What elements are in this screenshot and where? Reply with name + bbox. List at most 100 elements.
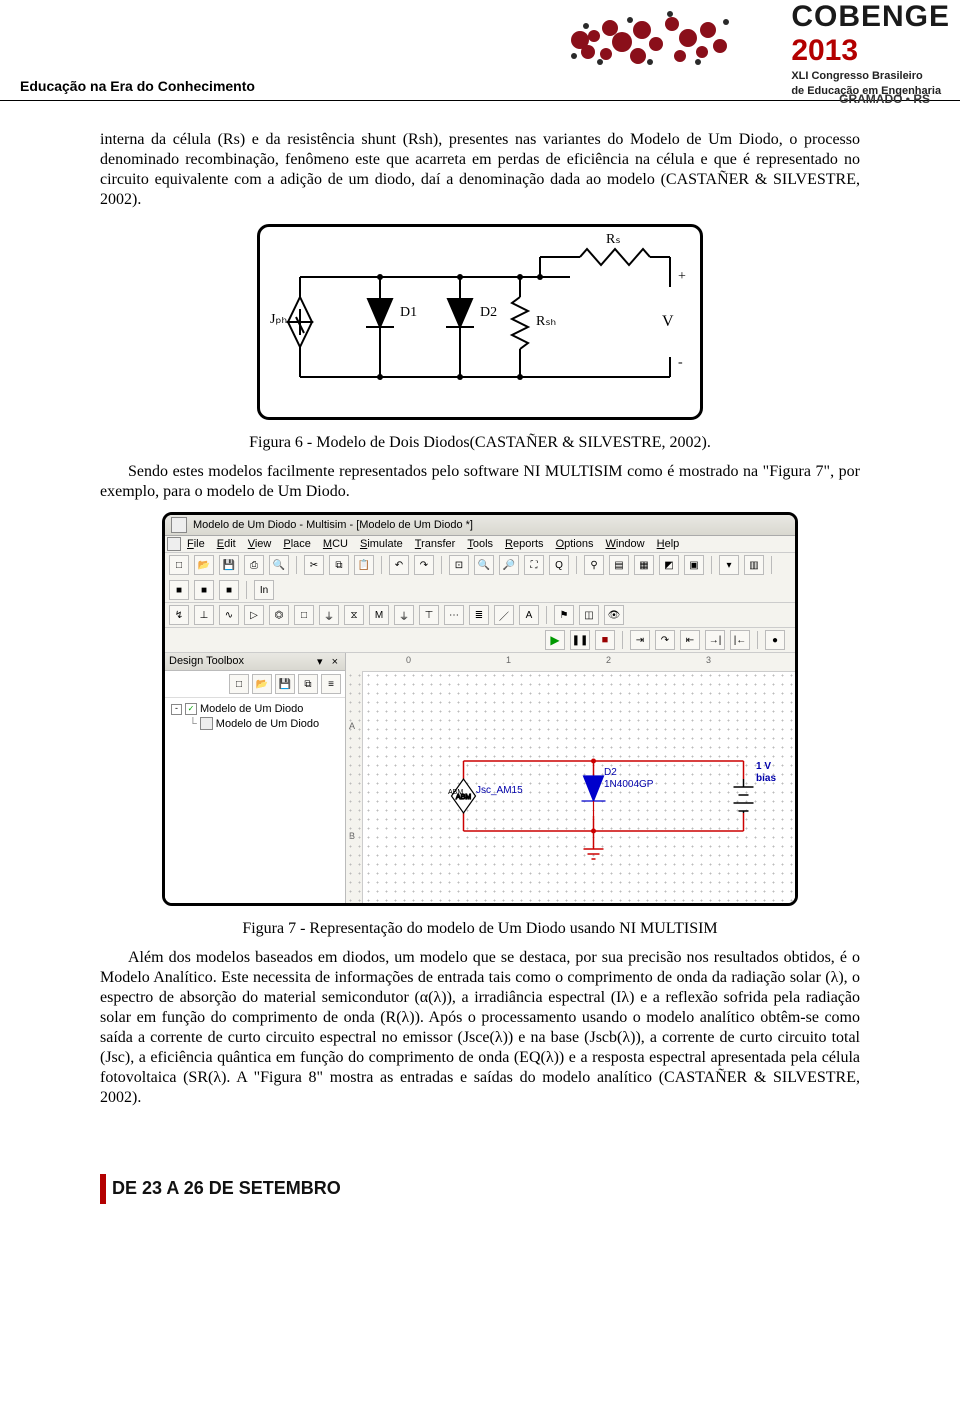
multisim-toolbar-main: □📂💾⎙🔍✂⧉📋↶↷⊡🔍🔎⛶Q⚲▤▦◩▣▾▥■■■In — [165, 553, 795, 603]
menu-tools[interactable]: Tools — [461, 537, 499, 551]
menu-options[interactable]: Options — [550, 537, 600, 551]
tb-main-dropdown-icon[interactable]: ▾ — [719, 555, 739, 575]
toolbox-save-icon[interactable]: 💾 — [275, 674, 295, 694]
sim-step-in-button[interactable]: ⇥ — [630, 630, 650, 650]
toolbar-separator — [546, 606, 547, 624]
tb-main-preview-icon[interactable]: 🔍 — [269, 555, 289, 575]
toolbox-btn4-icon[interactable]: ⧉ — [298, 674, 318, 694]
tb-main-list-icon[interactable]: ▤ — [609, 555, 629, 575]
toolbar-separator — [381, 556, 382, 574]
sim-step-out-button[interactable]: ⇤ — [680, 630, 700, 650]
menu-help[interactable]: Help — [651, 537, 686, 551]
tb-main-zoom-100-icon[interactable]: Q — [549, 555, 569, 575]
tb-main-mixed-icon[interactable]: ◩ — [659, 555, 679, 575]
logo-sub1: XLI Congresso Brasileiro — [791, 70, 950, 83]
multisim-titlebar[interactable]: Modelo de Um Diodo - Multisim - [Modelo … — [165, 515, 795, 536]
tb-main-in-icon[interactable]: In — [254, 580, 274, 600]
circuit-label-jph: Jₚₕ — [270, 311, 287, 328]
tb-main-color1-icon[interactable]: ■ — [169, 580, 189, 600]
menu-edit[interactable]: Edit — [211, 537, 242, 551]
tb-comp-r-icon[interactable]: ↯ — [169, 605, 189, 625]
tree-checkbox[interactable]: ✓ — [185, 703, 197, 715]
schematic-canvas[interactable]: 0 1 2 3 A B — [346, 653, 795, 903]
schematic-vsrc-line2: bias — [756, 773, 776, 784]
tb-main-new-icon[interactable]: □ — [169, 555, 189, 575]
page-header: Educação na Era do Conhecimento COBENGE … — [0, 0, 960, 120]
tree-root-row[interactable]: - ✓ Modelo de Um Diodo — [171, 702, 339, 716]
tree-child-row[interactable]: └ Modelo de Um Diodo — [171, 716, 339, 731]
menu-window[interactable]: Window — [599, 537, 650, 551]
tb-comp-flag-icon[interactable]: ⚑ — [554, 605, 574, 625]
tb-main-chip-icon[interactable]: ▣ — [684, 555, 704, 575]
toolbox-new-icon[interactable]: □ — [229, 674, 249, 694]
header-location: GRAMADO • RS — [839, 92, 930, 106]
paragraph-1: interna da célula (Rs) e da resistência … — [100, 130, 860, 210]
tb-main-grid-icon[interactable]: ▦ — [634, 555, 654, 575]
toolbar-separator — [576, 556, 577, 574]
sim-pause-button[interactable]: ❚❚ — [570, 630, 590, 650]
paragraph-2: Sendo estes modelos facilmente represent… — [100, 462, 860, 502]
toolbox-btn5-icon[interactable]: ≡ — [321, 674, 341, 694]
tb-main-save-icon[interactable]: 💾 — [219, 555, 239, 575]
tb-main-fit-icon[interactable]: ⛶ — [524, 555, 544, 575]
tb-main-color3-icon[interactable]: ■ — [219, 580, 239, 600]
schematic-page-icon — [200, 717, 213, 730]
menu-simulate[interactable]: Simulate — [354, 537, 409, 551]
sim-breakpoint-button[interactable]: ● — [765, 630, 785, 650]
tb-comp-u-icon[interactable]: □ — [294, 605, 314, 625]
menu-transfer[interactable]: Transfer — [409, 537, 462, 551]
tb-comp-vcc-icon[interactable]: ⊤ — [419, 605, 439, 625]
tb-comp-d-icon[interactable]: ▷ — [244, 605, 264, 625]
toolbox-open-icon[interactable]: 📂 — [252, 674, 272, 694]
tb-comp-c-icon[interactable]: ⊥ — [194, 605, 214, 625]
tb-main-cut-icon[interactable]: ✂ — [304, 555, 324, 575]
header-divider — [0, 100, 960, 101]
menu-reports[interactable]: Reports — [499, 537, 550, 551]
tree-collapse-icon[interactable]: - — [171, 704, 182, 715]
tb-comp-misc-icon[interactable]: ⋯ — [444, 605, 464, 625]
menu-view[interactable]: View — [242, 537, 278, 551]
sim-step-back-button[interactable]: |← — [730, 630, 750, 650]
circuit-label-plus: + — [678, 269, 686, 285]
tb-main-undo-icon[interactable]: ↶ — [389, 555, 409, 575]
tb-main-color2-icon[interactable]: ■ — [194, 580, 214, 600]
multisim-sim-controls: ▶❚❚■ ⇥↷⇤→||← ● — [165, 628, 795, 653]
tb-main-print-icon[interactable]: ⎙ — [244, 555, 264, 575]
tb-comp-t-icon[interactable]: ⧖ — [344, 605, 364, 625]
circuit-label-d2: D2 — [480, 305, 497, 321]
doc-icon — [167, 537, 181, 551]
menu-place[interactable]: Place — [277, 537, 317, 551]
logo-title: COBENGE — [791, 0, 950, 33]
tree-root-label: Modelo de Um Diodo — [200, 703, 303, 715]
tb-main-zoom-box-icon[interactable]: ⊡ — [449, 555, 469, 575]
tb-main-zoom-in-icon[interactable]: 🔍 — [474, 555, 494, 575]
tb-comp-watch-icon[interactable]: 👁 — [604, 605, 624, 625]
tb-comp-scope-icon[interactable]: ◫ — [579, 605, 599, 625]
tb-main-open-icon[interactable]: 📂 — [194, 555, 214, 575]
tb-comp-gnd-icon[interactable]: ⏚ — [394, 605, 414, 625]
sim-step-over-button[interactable]: ↷ — [655, 630, 675, 650]
sim-stop-button[interactable]: ■ — [595, 630, 615, 650]
tb-main-copy-icon[interactable]: ⧉ — [329, 555, 349, 575]
tb-main-paste-icon[interactable]: 📋 — [354, 555, 374, 575]
tb-main-redo-icon[interactable]: ↷ — [414, 555, 434, 575]
panel-close-icon[interactable]: × — [329, 656, 341, 668]
tb-main-zoom-out-icon[interactable]: 🔎 — [499, 555, 519, 575]
menu-file[interactable]: File — [181, 537, 211, 551]
menu-mcu[interactable]: MCU — [317, 537, 354, 551]
sim-step-to-button[interactable]: →| — [705, 630, 725, 650]
toolbar-separator — [771, 556, 772, 574]
tb-main-probe-icon[interactable]: ⚲ — [584, 555, 604, 575]
tb-comp-q-icon[interactable]: ⏣ — [269, 605, 289, 625]
tb-comp-l-icon[interactable]: ∿ — [219, 605, 239, 625]
tb-comp-text-icon[interactable]: A — [519, 605, 539, 625]
tb-comp-g-icon[interactable]: ⏚ — [319, 605, 339, 625]
tb-comp-m-icon[interactable]: M — [369, 605, 389, 625]
tb-main-calendar-icon[interactable]: ▥ — [744, 555, 764, 575]
panel-pin-icon[interactable]: ▾ — [314, 656, 326, 668]
tb-comp-wire-icon[interactable]: ／ — [494, 605, 514, 625]
sim-play-button[interactable]: ▶ — [545, 630, 565, 650]
toolbar-separator — [296, 556, 297, 574]
circuit-label-d1: D1 — [400, 305, 417, 321]
tb-comp-bus-icon[interactable]: ≣ — [469, 605, 489, 625]
